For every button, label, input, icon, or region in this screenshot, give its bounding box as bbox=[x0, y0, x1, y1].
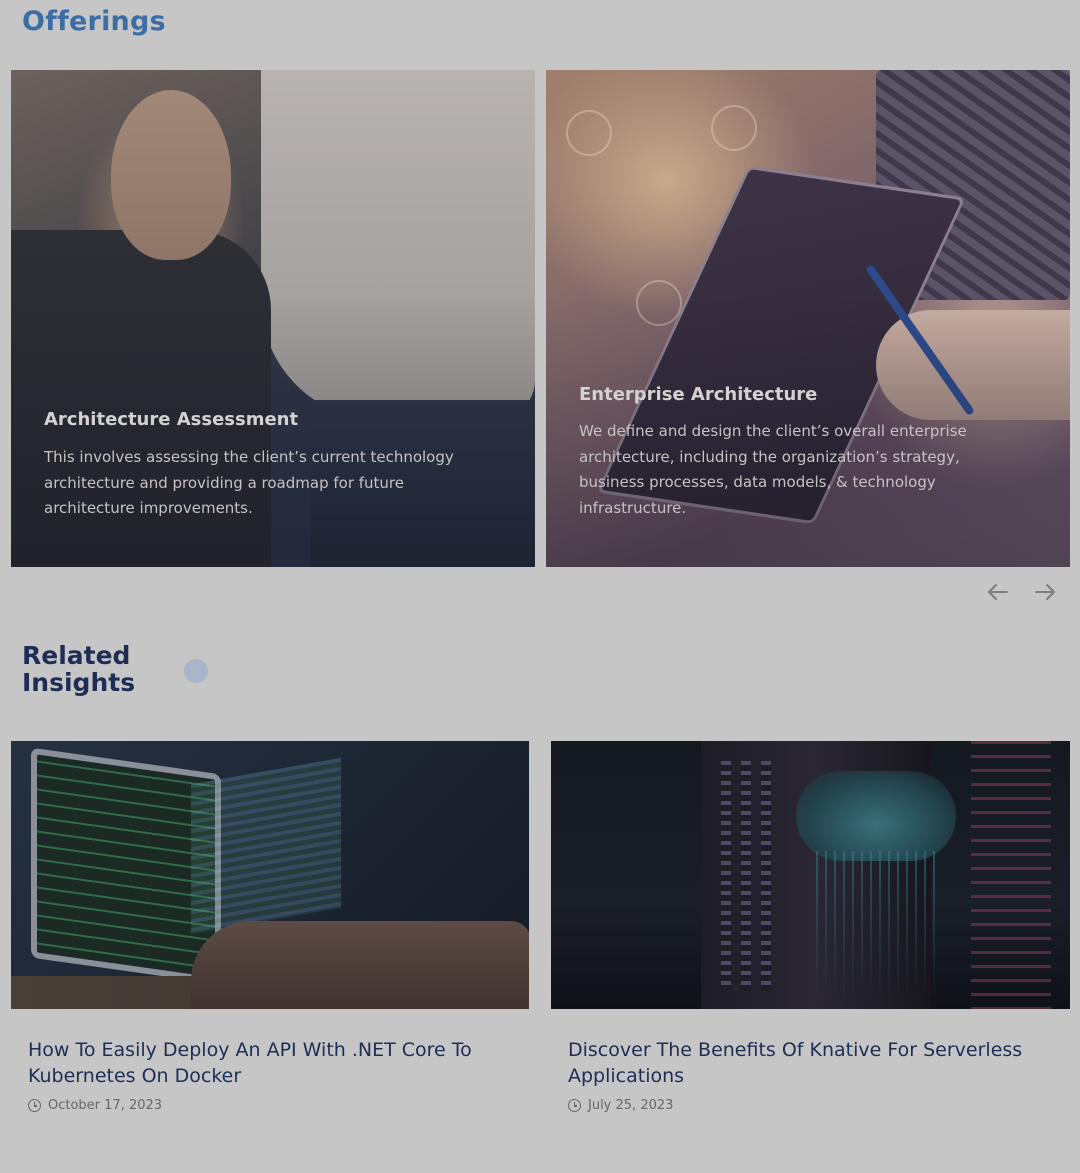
clock-icon bbox=[568, 1099, 581, 1112]
thumbnail-data-rain bbox=[816, 851, 936, 1001]
thumbnail-hologram bbox=[191, 757, 341, 935]
offering-card-architecture-assessment[interactable]: Architecture Assessment This involves as… bbox=[11, 70, 535, 567]
page: Offerings Architecture Assessment This i… bbox=[0, 0, 1080, 1173]
decorative-dot bbox=[184, 659, 208, 683]
heading-line-2: Insights bbox=[22, 668, 136, 697]
thumbnail-rack bbox=[721, 761, 731, 991]
post-thumbnail[interactable] bbox=[551, 741, 1070, 1009]
clock-icon bbox=[28, 1099, 41, 1112]
offering-card-description: We define and design the client’s overal… bbox=[579, 422, 967, 517]
offerings-heading: Offerings bbox=[22, 6, 166, 37]
carousel-next-button[interactable] bbox=[1032, 578, 1060, 606]
heading-line-1: Related bbox=[22, 641, 131, 670]
offering-card-enterprise-architecture[interactable]: Enterprise Architecture We define and de… bbox=[546, 70, 1070, 567]
post-title-link[interactable]: Discover The Benefits Of Knative For Ser… bbox=[568, 1037, 1038, 1089]
thumbnail-hands bbox=[191, 921, 529, 1009]
thumbnail-rack bbox=[741, 761, 751, 991]
arrow-left-icon bbox=[988, 584, 1008, 600]
thumbnail-cloud bbox=[796, 771, 956, 861]
post-date: October 17, 2023 bbox=[28, 1098, 162, 1113]
thumbnail-rack bbox=[761, 761, 771, 991]
offering-card-description: This involves assessing the client’s cur… bbox=[44, 448, 454, 517]
carousel-prev-button[interactable] bbox=[983, 578, 1011, 606]
post-title-link[interactable]: How To Easily Deploy An API With .NET Co… bbox=[28, 1037, 478, 1089]
offering-card-title: Enterprise Architecture bbox=[579, 384, 818, 405]
post-date: July 25, 2023 bbox=[568, 1098, 673, 1113]
arrow-right-icon bbox=[1035, 584, 1055, 600]
post-thumbnail[interactable] bbox=[11, 741, 529, 1009]
thumbnail-bokeh bbox=[971, 741, 1051, 1009]
related-insights-heading: Related Insights bbox=[22, 642, 135, 696]
post-date-text: July 25, 2023 bbox=[588, 1098, 674, 1113]
offering-card-title: Architecture Assessment bbox=[44, 409, 299, 430]
post-date-text: October 17, 2023 bbox=[48, 1098, 163, 1113]
